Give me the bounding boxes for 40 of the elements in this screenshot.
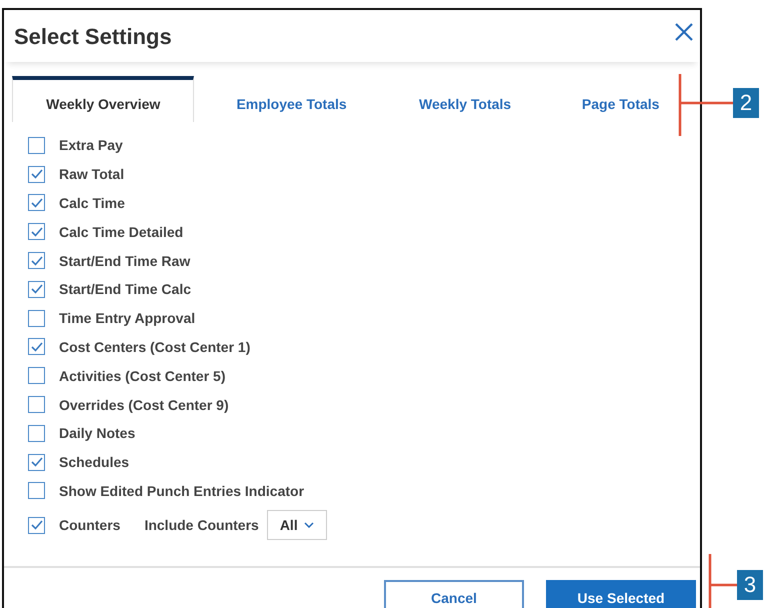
option-label: Daily Notes <box>59 425 136 442</box>
checkbox[interactable] <box>28 166 45 183</box>
use-selected-button[interactable]: Use Selected <box>546 580 696 608</box>
option-label: Calc Time <box>59 194 125 211</box>
checkbox[interactable] <box>28 252 45 270</box>
callout-number: 3 <box>737 570 763 600</box>
checkbox[interactable] <box>28 367 45 384</box>
option-label: Schedules <box>59 454 130 470</box>
option-label: Activities (Cost Center 5) <box>59 368 226 384</box>
option-label: Counters <box>59 517 120 534</box>
cancel-button[interactable]: Cancel <box>384 580 524 608</box>
option-label: Time Entry Approval <box>59 310 196 326</box>
checkbox[interactable] <box>28 516 45 534</box>
callout-number: 2 <box>733 88 759 118</box>
option-label: Cost Centers (Cost Center 1) <box>59 338 250 355</box>
callout-bracket <box>678 74 734 136</box>
option-label: Calc Time Detailed <box>59 224 184 240</box>
checkbox[interactable] <box>28 424 45 442</box>
chevron-icon <box>304 522 314 528</box>
checkbox[interactable] <box>28 396 45 414</box>
close-icon[interactable] <box>674 22 694 42</box>
checkbox[interactable] <box>28 338 45 356</box>
tab[interactable]: Weekly Overview <box>12 76 194 122</box>
dialog-title: Select Settings <box>14 24 172 50</box>
option-label: Raw Total <box>59 166 124 182</box>
callout-bracket <box>708 554 738 608</box>
checkbox[interactable] <box>28 482 45 500</box>
option-label: Extra Pay <box>59 137 123 154</box>
checkbox[interactable] <box>28 280 45 298</box>
checkbox[interactable] <box>28 136 45 154</box>
counters-dropdown[interactable]: All <box>266 510 327 540</box>
select-label: Include Counters <box>144 517 259 534</box>
checkbox[interactable] <box>28 223 45 240</box>
checkbox[interactable] <box>28 454 45 471</box>
checkbox[interactable] <box>28 310 45 327</box>
option-label: Show Edited Punch Entries Indicator <box>59 482 304 499</box>
option-label: Start/End Time Calc <box>59 281 192 298</box>
checkbox[interactable] <box>28 194 45 212</box>
option-label: Start/End Time Raw <box>59 252 190 269</box>
option-label: Overrides (Cost Center 9) <box>59 396 229 413</box>
